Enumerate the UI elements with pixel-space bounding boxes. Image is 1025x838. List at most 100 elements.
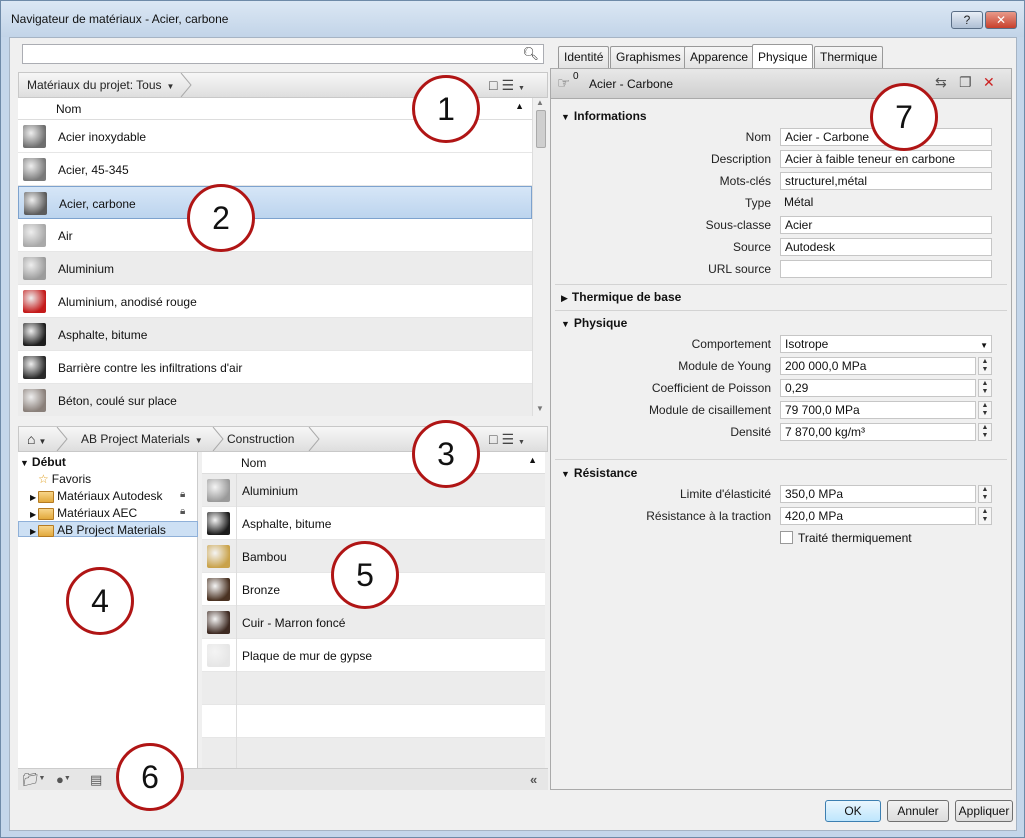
delete-asset-icon[interactable]: ✕ xyxy=(983,74,995,91)
section-basic-thermal[interactable]: ▶ Thermique de base xyxy=(561,290,681,304)
tab-appearance[interactable]: Apparence xyxy=(684,46,755,68)
tab-physical[interactable]: Physique xyxy=(752,44,814,68)
tree-node-home[interactable]: ▼ Début xyxy=(20,454,66,470)
list-item[interactable]: Asphalte, bitume xyxy=(202,507,545,540)
callout-3: 3 xyxy=(412,420,480,488)
search-input[interactable]: 🔍︎ xyxy=(22,44,544,64)
scroll-up-icon[interactable]: ▲ xyxy=(536,98,544,107)
expand-down-icon[interactable]: ▼ xyxy=(561,469,570,479)
callout-5: 5 xyxy=(331,541,399,609)
column-header-name[interactable]: Nom xyxy=(56,102,81,116)
tree-node-aec[interactable]: ▶ Matériaux AEC xyxy=(30,505,137,521)
expand-down-icon[interactable]: ▼ xyxy=(561,112,570,122)
subclass-field[interactable]: Acier xyxy=(780,216,992,234)
close-window-button[interactable]: ✕ xyxy=(985,11,1017,29)
material-name: Bambou xyxy=(242,550,287,564)
material-name: Air xyxy=(58,229,73,243)
chevron-down-icon[interactable]: ▼ xyxy=(518,439,529,446)
expand-right-icon[interactable]: ▶ xyxy=(30,510,36,519)
breadcrumb-category[interactable]: Construction xyxy=(219,427,294,451)
expand-down-icon[interactable]: ▼ xyxy=(561,319,570,329)
view-toggle-icon[interactable]: □ xyxy=(489,431,501,447)
material-swatch xyxy=(207,644,230,667)
material-swatch xyxy=(207,479,230,502)
material-swatch xyxy=(207,512,230,535)
home-icon[interactable]: ⌂ ▼ xyxy=(21,427,46,451)
star-icon: ☆ xyxy=(38,472,49,486)
section-physical[interactable]: ▼ Physique xyxy=(561,316,627,330)
replace-asset-icon[interactable]: ⇆ xyxy=(935,74,947,91)
spinner-icon[interactable]: ▲ ▼ xyxy=(978,401,992,419)
list-item-selected[interactable]: Acier, carbone xyxy=(18,186,532,219)
expand-right-icon[interactable]: ▶ xyxy=(30,493,36,502)
help-button[interactable]: ? xyxy=(951,11,983,29)
ok-button[interactable]: OK xyxy=(825,800,881,822)
list-item[interactable]: Aluminium xyxy=(202,474,545,507)
section-informations[interactable]: ▼ Informations xyxy=(561,109,647,123)
list-item[interactable]: Asphalte, bitume xyxy=(18,318,532,351)
view-toggle-icon[interactable]: □ xyxy=(489,77,501,93)
tab-graphics[interactable]: Graphismes xyxy=(610,46,687,68)
behavior-select[interactable]: Isotrope ▼ xyxy=(780,335,992,353)
scroll-thumb[interactable] xyxy=(536,110,546,148)
duplicate-asset-icon[interactable]: ❐ xyxy=(959,74,972,91)
chevron-down-icon: ▼ xyxy=(980,341,988,350)
project-filter-label: Matériaux du projet: Tous xyxy=(27,78,162,92)
poisson-ratio-field[interactable]: 0,29 xyxy=(780,379,976,397)
scroll-down-icon[interactable]: ▼ xyxy=(536,404,544,413)
tree-node-favorites[interactable]: ☆ Favoris xyxy=(38,471,91,487)
editor-toggle-icon[interactable]: ▤ xyxy=(90,772,102,788)
list-item[interactable]: Plaque de mur de gypse xyxy=(202,639,545,672)
prop-label: Sous-classe xyxy=(705,218,771,232)
expand-right-icon[interactable]: ▶ xyxy=(561,293,568,303)
create-material-icon[interactable]: ● ▼ xyxy=(56,772,71,787)
heat-treated-checkbox[interactable] xyxy=(780,531,793,544)
column-header-name[interactable]: Nom xyxy=(241,456,266,470)
collapse-panel-icon[interactable]: « xyxy=(530,772,537,787)
material-swatch xyxy=(24,192,47,215)
list-item[interactable]: Béton, coulé sur place xyxy=(18,384,532,416)
list-item[interactable]: Cuir - Marron foncé xyxy=(202,606,545,639)
source-url-field[interactable] xyxy=(780,260,992,278)
list-item-empty xyxy=(202,705,545,738)
breadcrumb-library[interactable]: AB Project Materials ▼ xyxy=(73,427,203,451)
tree-node-ab-project[interactable]: ▶ AB Project Materials xyxy=(18,521,198,537)
density-field[interactable]: 7 870,00 kg/m³ xyxy=(780,423,976,441)
spinner-icon[interactable]: ▲ ▼ xyxy=(978,423,992,441)
list-item[interactable]: Aluminium xyxy=(18,252,532,285)
callout-6: 6 xyxy=(116,743,184,811)
project-filter-dropdown[interactable]: Matériaux du projet: Tous ▼ xyxy=(19,73,174,97)
list-item[interactable]: Acier, 45-345 xyxy=(18,153,532,186)
hand-icon: ☞ xyxy=(557,75,571,92)
spinner-icon[interactable]: ▲ ▼ xyxy=(978,507,992,525)
spinner-icon[interactable]: ▲ ▼ xyxy=(978,379,992,397)
chevron-down-icon[interactable]: ▼ xyxy=(518,85,529,92)
tree-node-autodesk[interactable]: ▶ Matériaux Autodesk xyxy=(30,488,163,504)
yield-strength-field[interactable]: 350,0 MPa xyxy=(780,485,976,503)
keywords-field[interactable]: structurel,métal xyxy=(780,172,992,190)
list-item[interactable]: Aluminium, anodisé rouge xyxy=(18,285,532,318)
list-item[interactable]: Air xyxy=(18,219,532,252)
asset-name: Acier - Carbone xyxy=(589,77,674,91)
list-options-icon[interactable]: ☰ xyxy=(501,431,518,447)
spinner-icon[interactable]: ▲ ▼ xyxy=(978,485,992,503)
tab-thermal[interactable]: Thermique xyxy=(814,46,884,68)
cancel-button[interactable]: Annuler xyxy=(887,800,949,822)
expand-right-icon[interactable]: ▶ xyxy=(30,527,36,536)
apply-button[interactable]: Appliquer xyxy=(955,800,1013,822)
list-options-icon[interactable]: ☰ xyxy=(501,77,518,93)
section-resistance[interactable]: ▼ Résistance xyxy=(561,466,637,480)
library-list-header[interactable]: Nom ▲ xyxy=(202,452,545,474)
list-item[interactable]: Barrière contre les infiltrations d'air xyxy=(18,351,532,384)
description-field[interactable]: Acier à faible teneur en carbone xyxy=(780,150,992,168)
chevron-down-icon: ▼ xyxy=(194,436,203,445)
tab-identity[interactable]: Identité xyxy=(558,46,610,68)
youngs-modulus-field[interactable]: 200 000,0 MPa xyxy=(780,357,976,375)
project-list-scrollbar[interactable]: ▲ ▼ xyxy=(532,98,548,416)
expand-down-icon[interactable]: ▼ xyxy=(20,458,29,468)
shear-modulus-field[interactable]: 79 700,0 MPa xyxy=(780,401,976,419)
spinner-icon[interactable]: ▲ ▼ xyxy=(978,357,992,375)
tensile-strength-field[interactable]: 420,0 MPa xyxy=(780,507,976,525)
library-folder-icon[interactable]: 📁︎ ▼ xyxy=(22,772,45,788)
source-field[interactable]: Autodesk xyxy=(780,238,992,256)
